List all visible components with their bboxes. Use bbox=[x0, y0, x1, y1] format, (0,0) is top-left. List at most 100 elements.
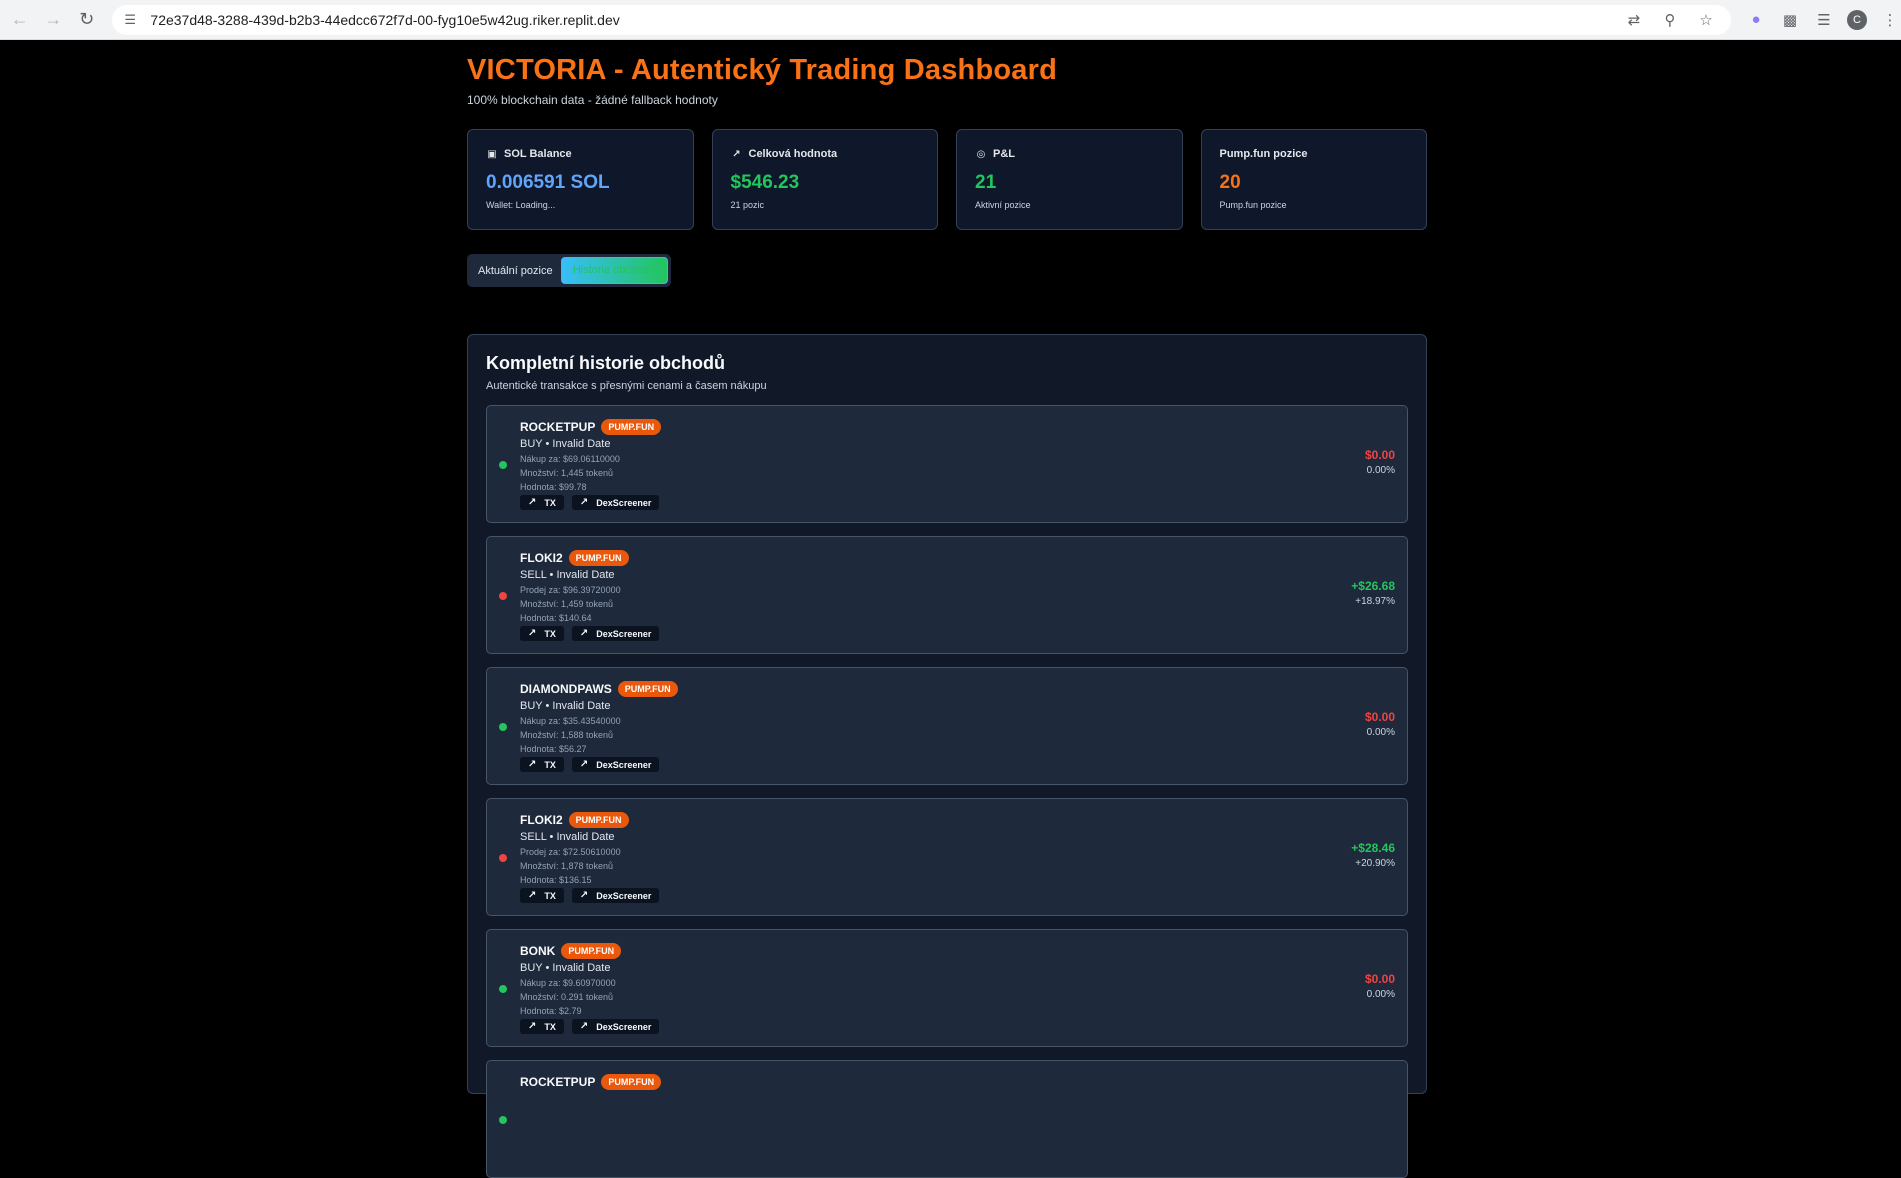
trade-side-date: BUY • Invalid Date bbox=[520, 962, 611, 974]
status-dot bbox=[499, 985, 507, 993]
extension-icon[interactable]: ● bbox=[1745, 9, 1767, 31]
trade-pnl: +$28.46 bbox=[1351, 841, 1395, 855]
token-symbol: ROCKETPUP bbox=[520, 420, 596, 434]
zoom-icon[interactable]: ⚲ bbox=[1659, 9, 1681, 31]
dexscreener-link-label: DexScreener bbox=[596, 628, 652, 639]
dashboard: VICTORIA - Autentický Trading Dashboard … bbox=[467, 54, 1427, 1178]
token-symbol: ROCKETPUP bbox=[520, 1075, 596, 1089]
trade-value: Hodnota: $56.27 bbox=[520, 744, 587, 754]
token-symbol: DIAMONDPAWS bbox=[520, 682, 612, 696]
trade-links: ↗ TX ↗ DexScreener bbox=[520, 495, 1395, 510]
stat-label: P&L bbox=[993, 148, 1015, 160]
trade-quantity: Množství: 1,588 tokenů bbox=[520, 730, 614, 740]
external-link-icon: ↗ bbox=[579, 759, 589, 770]
trade-pnl-percent: +18.97% bbox=[1355, 596, 1395, 607]
dexscreener-link[interactable]: ↗ DexScreener bbox=[571, 626, 660, 641]
dexscreener-link[interactable]: ↗ DexScreener bbox=[571, 1019, 660, 1034]
address-bar[interactable]: ☰ 72e37d48-3288-439d-b2b3-44edcc672f7d-0… bbox=[112, 4, 1732, 35]
tx-link-label: TX bbox=[544, 1021, 556, 1032]
pumpfun-badge: PUMP.FUN bbox=[601, 419, 662, 435]
trade-links: ↗ TX ↗ DexScreener bbox=[520, 757, 1395, 772]
stat-value: 0.006591 SOL bbox=[486, 172, 610, 193]
stat-value: $546.23 bbox=[730, 172, 800, 193]
tx-link[interactable]: ↗ TX bbox=[520, 888, 564, 903]
external-link-icon: ↗ bbox=[579, 628, 589, 639]
external-link-icon: ↗ bbox=[528, 497, 537, 508]
history-subtitle: Autentické transakce s přesnými cenami a… bbox=[486, 380, 767, 392]
reload-icon[interactable]: ↻ bbox=[73, 6, 100, 34]
stat-card-pumpfun: Pump.fun pozice 20 Pump.fun pozice bbox=[1200, 129, 1427, 230]
trade-pnl-percent: 0.00% bbox=[1366, 727, 1395, 738]
external-link-icon: ↗ bbox=[579, 497, 589, 508]
trending-up-icon: ↗ bbox=[732, 148, 741, 160]
browser-toolbar: ← → ↻ ☰ 72e37d48-3288-439d-b2b3-44edcc67… bbox=[0, 0, 1901, 40]
trade-row: ROCKETPUP PUMP.FUN BUY • Invalid Date Ná… bbox=[486, 405, 1408, 523]
tx-link[interactable]: ↗ TX bbox=[520, 757, 564, 772]
tx-link[interactable]: ↗ TX bbox=[520, 495, 564, 510]
trade-pnl: $0.00 bbox=[1364, 972, 1395, 986]
pumpfun-badge: PUMP.FUN bbox=[568, 812, 629, 828]
page-subtitle: 100% blockchain data - žádné fallback ho… bbox=[467, 93, 718, 107]
dexscreener-link-label: DexScreener bbox=[596, 759, 652, 770]
trade-quantity: Množství: 1,445 tokenů bbox=[520, 468, 614, 478]
pumpfun-badge: PUMP.FUN bbox=[601, 1074, 662, 1090]
stat-card-total-value: ↗ Celková hodnota $546.23 21 pozic bbox=[711, 129, 938, 230]
trade-links: ↗ TX ↗ DexScreener bbox=[520, 626, 1395, 641]
token-symbol: BONK bbox=[520, 944, 556, 958]
media-icon[interactable]: ☰ bbox=[1813, 9, 1835, 31]
wallet-icon: ▣ bbox=[487, 148, 497, 160]
status-dot bbox=[499, 723, 507, 731]
tx-link-label: TX bbox=[544, 759, 556, 770]
external-link-icon: ↗ bbox=[579, 1021, 589, 1032]
tab-current-positions[interactable]: Aktuální pozice bbox=[470, 259, 561, 283]
trade-pnl: +$26.68 bbox=[1351, 579, 1395, 593]
stat-card-sol-balance: ▣ SOL Balance 0.006591 SOL Wallet: Loadi… bbox=[467, 129, 694, 230]
trade-history-panel: Kompletní historie obchodů Autentické tr… bbox=[467, 334, 1427, 1178]
trade-value: Hodnota: $2.79 bbox=[520, 1006, 582, 1016]
trade-pnl: $0.00 bbox=[1364, 710, 1395, 724]
trade-value: Hodnota: $136.15 bbox=[520, 875, 592, 885]
trade-row: ROCKETPUP PUMP.FUN ↗TX ↗DexScreener bbox=[486, 1060, 1408, 1178]
tx-link[interactable]: ↗ TX bbox=[520, 1019, 564, 1034]
trade-side-date: SELL • Invalid Date bbox=[520, 569, 615, 581]
external-link-icon: ↗ bbox=[528, 890, 537, 901]
trade-side-date: BUY • Invalid Date bbox=[520, 700, 611, 712]
site-info-icon[interactable]: ☰ bbox=[124, 12, 140, 28]
trade-row: DIAMONDPAWS PUMP.FUN BUY • Invalid Date … bbox=[486, 667, 1408, 785]
profile-avatar[interactable]: C bbox=[1847, 9, 1868, 30]
dexscreener-link[interactable]: ↗ DexScreener bbox=[571, 495, 660, 510]
trade-row: FLOKI2 PUMP.FUN SELL • Invalid Date Prod… bbox=[486, 536, 1408, 654]
trade-side-date: SELL • Invalid Date bbox=[520, 831, 615, 843]
stat-value: 20 bbox=[1219, 172, 1241, 193]
trade-price: Prodej za: $72.50610000 bbox=[520, 847, 621, 857]
tx-link-label: TX bbox=[544, 628, 556, 639]
external-link-icon: ↗ bbox=[528, 1021, 537, 1032]
trade-pnl: $0.00 bbox=[1364, 448, 1395, 462]
stat-value: 21 bbox=[975, 172, 997, 193]
stat-sub: 21 pozic bbox=[730, 200, 765, 210]
token-symbol: FLOKI2 bbox=[520, 813, 563, 827]
back-icon[interactable]: ← bbox=[6, 6, 33, 34]
trade-pnl-box: +$26.68 +18.97% bbox=[1351, 579, 1395, 607]
trade-pnl-percent: 0.00% bbox=[1366, 989, 1395, 1000]
translate-icon[interactable]: ⇄ bbox=[1623, 9, 1645, 31]
trade-pnl-percent: +20.90% bbox=[1355, 858, 1395, 869]
status-dot bbox=[499, 592, 507, 600]
tx-link[interactable]: ↗ TX bbox=[520, 626, 564, 641]
puzzle-icon[interactable]: ▩ bbox=[1779, 9, 1801, 31]
stat-label: Celková hodnota bbox=[748, 148, 838, 160]
pumpfun-badge: PUMP.FUN bbox=[561, 943, 622, 959]
forward-icon[interactable]: → bbox=[39, 6, 66, 34]
menu-icon[interactable]: ⋮ bbox=[1879, 9, 1901, 31]
trade-pnl-box: $0.00 0.00% bbox=[1365, 448, 1395, 476]
trade-quantity: Množství: 0.291 tokenů bbox=[520, 992, 614, 1002]
trade-side-date: BUY • Invalid Date bbox=[520, 438, 611, 450]
dexscreener-link[interactable]: ↗ DexScreener bbox=[571, 757, 660, 772]
bookmark-star-icon[interactable]: ☆ bbox=[1695, 9, 1717, 31]
dexscreener-link-label: DexScreener bbox=[596, 497, 652, 508]
trade-pnl-box: $0.00 0.00% bbox=[1365, 972, 1395, 1000]
dexscreener-link[interactable]: ↗ DexScreener bbox=[571, 888, 660, 903]
trade-quantity: Množství: 1,878 tokenů bbox=[520, 861, 614, 871]
tab-trade-history[interactable]: Historie obchodů bbox=[560, 257, 668, 284]
external-link-icon: ↗ bbox=[579, 890, 589, 901]
